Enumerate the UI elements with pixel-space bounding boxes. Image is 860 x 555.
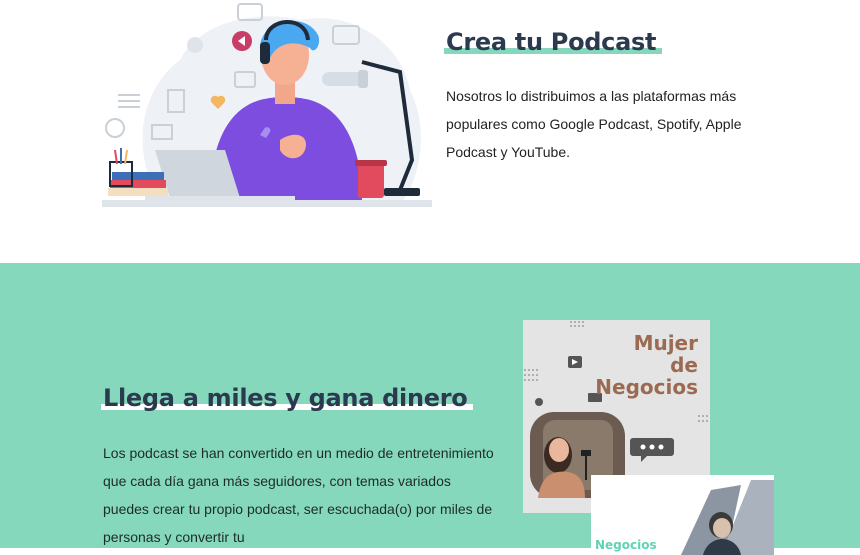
section-title-reach-thousands: Llega a miles y gana dinero bbox=[100, 384, 474, 412]
card-title-line: de bbox=[670, 353, 698, 377]
negocios-card: Negocios bbox=[591, 475, 774, 555]
title-text: Crea tu Podcast bbox=[443, 28, 663, 56]
podcast-illustration bbox=[102, 3, 432, 207]
section-description-reach-thousands: Los podcast se han convertido en un medi… bbox=[103, 445, 494, 545]
card-title-line: Mujer bbox=[633, 331, 698, 355]
card-title-negocios: Negocios bbox=[595, 538, 657, 552]
section-description-create-podcast: Nosotros lo distribuimos a las plataform… bbox=[446, 88, 742, 160]
title-text: Llega a miles y gana dinero bbox=[100, 384, 474, 412]
card-title-line: Negocios bbox=[595, 375, 698, 399]
card-title-mujer-de-negocios: Mujer de Negocios bbox=[595, 332, 698, 398]
podcast-section: Crea tu Podcast Nosotros lo distribuimos… bbox=[0, 0, 860, 263]
section-title-create-podcast: Crea tu Podcast bbox=[443, 28, 663, 56]
